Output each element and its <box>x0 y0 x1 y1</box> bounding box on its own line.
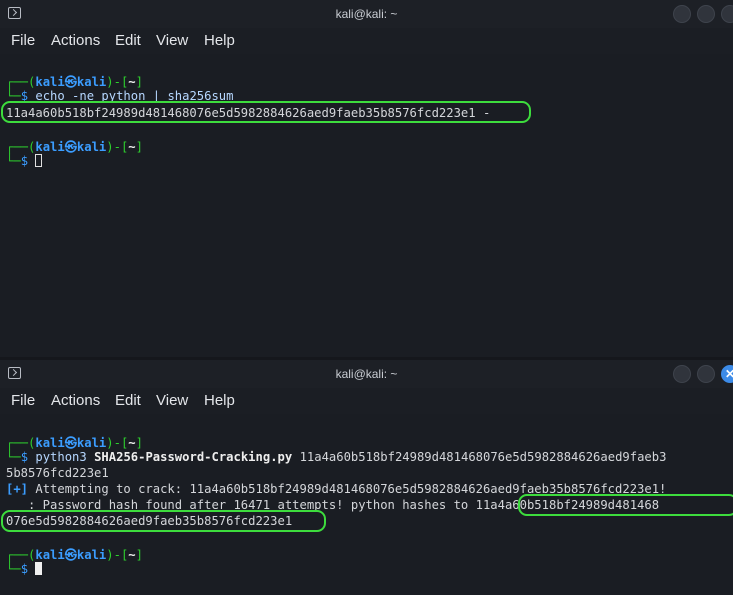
menu-actions[interactable]: Actions <box>51 392 100 409</box>
menu-file[interactable]: File <box>11 32 35 49</box>
title-bar[interactable]: kali@kali: ~ <box>0 0 733 28</box>
hash-highlight-1 <box>518 494 733 516</box>
hash-highlight <box>1 101 531 123</box>
prompt-line: ┌──(kali㉿kali)-[~] <box>6 75 143 89</box>
maximize-button[interactable] <box>697 5 715 23</box>
prompt-line-2: ┌──(kali㉿kali)-[~] <box>6 548 143 562</box>
menu-actions[interactable]: Actions <box>51 32 100 49</box>
window-title: kali@kali: ~ <box>335 7 398 21</box>
hash-highlight-2 <box>1 510 326 532</box>
terminal-window-2: kali@kali: ~ ✕ File Actions Edit View He… <box>0 360 733 595</box>
maximize-button[interactable] <box>697 365 715 383</box>
menu-edit[interactable]: Edit <box>115 32 141 49</box>
menu-help[interactable]: Help <box>204 392 235 409</box>
text-cursor <box>35 562 43 575</box>
window-title: kali@kali: ~ <box>335 367 398 381</box>
minimize-button[interactable] <box>673 365 691 383</box>
close-icon[interactable]: ✕ <box>721 365 733 383</box>
menu-view[interactable]: View <box>156 392 188 409</box>
command-line-wrap: 5b8576fcd223e1 <box>6 466 109 480</box>
menu-file[interactable]: File <box>11 392 35 409</box>
command-line: └─$ python3 SHA256-Password-Cracking.py … <box>6 450 667 464</box>
menu-bar: File Actions Edit View Help <box>0 388 733 414</box>
menu-bar: File Actions Edit View Help <box>0 28 733 54</box>
terminal-body[interactable]: ┌──(kali㉿kali)-[~] └─$ python3 SHA256-Pa… <box>0 414 733 595</box>
prompt-line-2: ┌──(kali㉿kali)-[~] <box>6 140 143 154</box>
prompt-line: ┌──(kali㉿kali)-[~] <box>6 436 143 450</box>
close-button[interactable] <box>721 5 733 23</box>
menu-edit[interactable]: Edit <box>115 392 141 409</box>
input-line[interactable]: └─$ <box>6 154 43 168</box>
menu-view[interactable]: View <box>156 32 188 49</box>
title-bar[interactable]: kali@kali: ~ ✕ <box>0 360 733 388</box>
terminal-body[interactable]: ┌──(kali㉿kali)-[~] └─$ echo -ne python |… <box>0 54 733 357</box>
text-cursor <box>35 154 43 167</box>
terminal-window-1: kali@kali: ~ File Actions Edit View Help… <box>0 0 733 357</box>
minimize-button[interactable] <box>673 5 691 23</box>
input-line[interactable]: └─$ <box>6 562 43 576</box>
menu-help[interactable]: Help <box>204 32 235 49</box>
